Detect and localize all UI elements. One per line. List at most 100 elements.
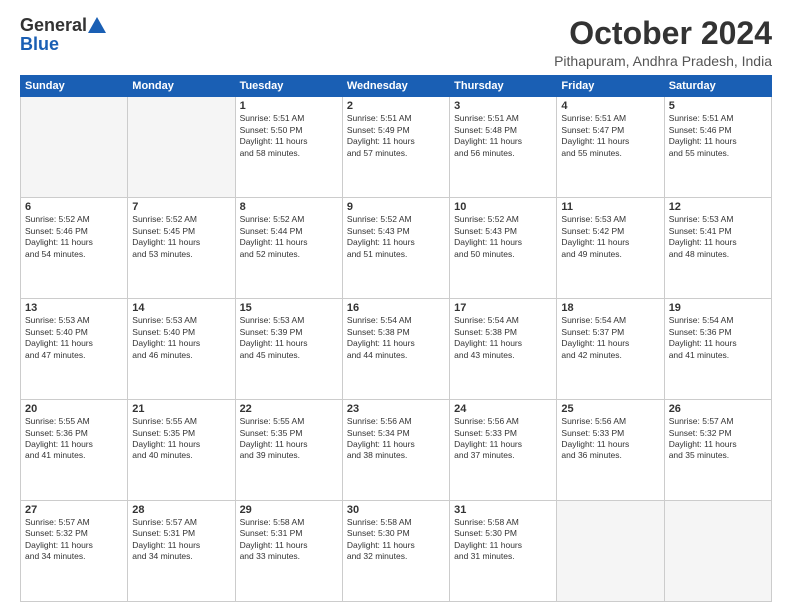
calendar-cell: 6Sunrise: 5:52 AMSunset: 5:46 PMDaylight… xyxy=(21,198,128,299)
calendar-cell: 12Sunrise: 5:53 AMSunset: 5:41 PMDayligh… xyxy=(664,198,771,299)
cell-details: Sunrise: 5:58 AMSunset: 5:30 PMDaylight:… xyxy=(454,517,552,563)
cell-details: Sunrise: 5:52 AMSunset: 5:46 PMDaylight:… xyxy=(25,214,123,260)
day-number: 2 xyxy=(347,100,445,112)
calendar-week-row: 1Sunrise: 5:51 AMSunset: 5:50 PMDaylight… xyxy=(21,97,772,198)
cell-details: Sunrise: 5:58 AMSunset: 5:31 PMDaylight:… xyxy=(240,517,338,563)
title-block: October 2024 Pithapuram, Andhra Pradesh,… xyxy=(554,16,772,69)
day-number: 30 xyxy=(347,504,445,516)
day-number: 9 xyxy=(347,201,445,213)
calendar-cell: 14Sunrise: 5:53 AMSunset: 5:40 PMDayligh… xyxy=(128,299,235,400)
day-number: 20 xyxy=(25,403,123,415)
cell-details: Sunrise: 5:51 AMSunset: 5:48 PMDaylight:… xyxy=(454,113,552,159)
calendar-cell: 24Sunrise: 5:56 AMSunset: 5:33 PMDayligh… xyxy=(450,400,557,501)
calendar-cell xyxy=(557,501,664,602)
day-number: 8 xyxy=(240,201,338,213)
cell-details: Sunrise: 5:51 AMSunset: 5:50 PMDaylight:… xyxy=(240,113,338,159)
calendar-cell: 17Sunrise: 5:54 AMSunset: 5:38 PMDayligh… xyxy=(450,299,557,400)
calendar-cell xyxy=(21,97,128,198)
weekday-header: Thursday xyxy=(450,76,557,97)
cell-details: Sunrise: 5:55 AMSunset: 5:35 PMDaylight:… xyxy=(132,416,230,462)
cell-details: Sunrise: 5:54 AMSunset: 5:36 PMDaylight:… xyxy=(669,315,767,361)
day-number: 1 xyxy=(240,100,338,112)
day-number: 7 xyxy=(132,201,230,213)
cell-details: Sunrise: 5:51 AMSunset: 5:46 PMDaylight:… xyxy=(669,113,767,159)
calendar-cell: 28Sunrise: 5:57 AMSunset: 5:31 PMDayligh… xyxy=(128,501,235,602)
cell-details: Sunrise: 5:53 AMSunset: 5:41 PMDaylight:… xyxy=(669,214,767,260)
day-number: 26 xyxy=(669,403,767,415)
calendar-cell: 1Sunrise: 5:51 AMSunset: 5:50 PMDaylight… xyxy=(235,97,342,198)
calendar-week-row: 20Sunrise: 5:55 AMSunset: 5:36 PMDayligh… xyxy=(21,400,772,501)
day-number: 31 xyxy=(454,504,552,516)
cell-details: Sunrise: 5:52 AMSunset: 5:43 PMDaylight:… xyxy=(454,214,552,260)
day-number: 4 xyxy=(561,100,659,112)
page: General Blue October 2024 Pithapuram, An… xyxy=(0,0,792,612)
logo: General Blue xyxy=(20,16,106,55)
weekday-header: Sunday xyxy=(21,76,128,97)
location: Pithapuram, Andhra Pradesh, India xyxy=(554,53,772,69)
calendar-cell: 8Sunrise: 5:52 AMSunset: 5:44 PMDaylight… xyxy=(235,198,342,299)
day-number: 16 xyxy=(347,302,445,314)
calendar-cell: 19Sunrise: 5:54 AMSunset: 5:36 PMDayligh… xyxy=(664,299,771,400)
day-number: 28 xyxy=(132,504,230,516)
day-number: 10 xyxy=(454,201,552,213)
calendar-cell xyxy=(664,501,771,602)
calendar-cell: 18Sunrise: 5:54 AMSunset: 5:37 PMDayligh… xyxy=(557,299,664,400)
cell-details: Sunrise: 5:56 AMSunset: 5:34 PMDaylight:… xyxy=(347,416,445,462)
calendar-cell: 25Sunrise: 5:56 AMSunset: 5:33 PMDayligh… xyxy=(557,400,664,501)
calendar-header-row: SundayMondayTuesdayWednesdayThursdayFrid… xyxy=(21,76,772,97)
calendar-cell: 10Sunrise: 5:52 AMSunset: 5:43 PMDayligh… xyxy=(450,198,557,299)
day-number: 21 xyxy=(132,403,230,415)
day-number: 6 xyxy=(25,201,123,213)
calendar-cell: 2Sunrise: 5:51 AMSunset: 5:49 PMDaylight… xyxy=(342,97,449,198)
cell-details: Sunrise: 5:54 AMSunset: 5:38 PMDaylight:… xyxy=(454,315,552,361)
cell-details: Sunrise: 5:56 AMSunset: 5:33 PMDaylight:… xyxy=(454,416,552,462)
month-title: October 2024 xyxy=(554,16,772,51)
calendar-cell: 21Sunrise: 5:55 AMSunset: 5:35 PMDayligh… xyxy=(128,400,235,501)
calendar-cell: 27Sunrise: 5:57 AMSunset: 5:32 PMDayligh… xyxy=(21,501,128,602)
cell-details: Sunrise: 5:57 AMSunset: 5:31 PMDaylight:… xyxy=(132,517,230,563)
calendar-cell: 30Sunrise: 5:58 AMSunset: 5:30 PMDayligh… xyxy=(342,501,449,602)
cell-details: Sunrise: 5:52 AMSunset: 5:45 PMDaylight:… xyxy=(132,214,230,260)
day-number: 24 xyxy=(454,403,552,415)
weekday-header: Saturday xyxy=(664,76,771,97)
calendar-cell: 3Sunrise: 5:51 AMSunset: 5:48 PMDaylight… xyxy=(450,97,557,198)
cell-details: Sunrise: 5:56 AMSunset: 5:33 PMDaylight:… xyxy=(561,416,659,462)
calendar-cell: 22Sunrise: 5:55 AMSunset: 5:35 PMDayligh… xyxy=(235,400,342,501)
calendar-cell: 26Sunrise: 5:57 AMSunset: 5:32 PMDayligh… xyxy=(664,400,771,501)
calendar-cell: 7Sunrise: 5:52 AMSunset: 5:45 PMDaylight… xyxy=(128,198,235,299)
cell-details: Sunrise: 5:53 AMSunset: 5:40 PMDaylight:… xyxy=(132,315,230,361)
calendar-table: SundayMondayTuesdayWednesdayThursdayFrid… xyxy=(20,75,772,602)
cell-details: Sunrise: 5:51 AMSunset: 5:47 PMDaylight:… xyxy=(561,113,659,159)
day-number: 13 xyxy=(25,302,123,314)
header: General Blue October 2024 Pithapuram, An… xyxy=(20,16,772,69)
calendar-week-row: 27Sunrise: 5:57 AMSunset: 5:32 PMDayligh… xyxy=(21,501,772,602)
day-number: 22 xyxy=(240,403,338,415)
day-number: 14 xyxy=(132,302,230,314)
day-number: 27 xyxy=(25,504,123,516)
calendar-cell: 23Sunrise: 5:56 AMSunset: 5:34 PMDayligh… xyxy=(342,400,449,501)
weekday-header: Friday xyxy=(557,76,664,97)
calendar-cell: 5Sunrise: 5:51 AMSunset: 5:46 PMDaylight… xyxy=(664,97,771,198)
calendar-cell xyxy=(128,97,235,198)
cell-details: Sunrise: 5:52 AMSunset: 5:44 PMDaylight:… xyxy=(240,214,338,260)
logo-icon xyxy=(88,17,106,33)
cell-details: Sunrise: 5:57 AMSunset: 5:32 PMDaylight:… xyxy=(25,517,123,563)
calendar-week-row: 6Sunrise: 5:52 AMSunset: 5:46 PMDaylight… xyxy=(21,198,772,299)
weekday-header: Monday xyxy=(128,76,235,97)
logo-general-text: General xyxy=(20,16,87,34)
day-number: 19 xyxy=(669,302,767,314)
calendar-cell: 9Sunrise: 5:52 AMSunset: 5:43 PMDaylight… xyxy=(342,198,449,299)
day-number: 29 xyxy=(240,504,338,516)
logo-blue-text: Blue xyxy=(20,34,59,54)
cell-details: Sunrise: 5:51 AMSunset: 5:49 PMDaylight:… xyxy=(347,113,445,159)
cell-details: Sunrise: 5:54 AMSunset: 5:37 PMDaylight:… xyxy=(561,315,659,361)
calendar-cell: 13Sunrise: 5:53 AMSunset: 5:40 PMDayligh… xyxy=(21,299,128,400)
day-number: 23 xyxy=(347,403,445,415)
day-number: 18 xyxy=(561,302,659,314)
cell-details: Sunrise: 5:52 AMSunset: 5:43 PMDaylight:… xyxy=(347,214,445,260)
weekday-header: Tuesday xyxy=(235,76,342,97)
calendar-cell: 29Sunrise: 5:58 AMSunset: 5:31 PMDayligh… xyxy=(235,501,342,602)
day-number: 12 xyxy=(669,201,767,213)
calendar-cell: 15Sunrise: 5:53 AMSunset: 5:39 PMDayligh… xyxy=(235,299,342,400)
cell-details: Sunrise: 5:53 AMSunset: 5:42 PMDaylight:… xyxy=(561,214,659,260)
